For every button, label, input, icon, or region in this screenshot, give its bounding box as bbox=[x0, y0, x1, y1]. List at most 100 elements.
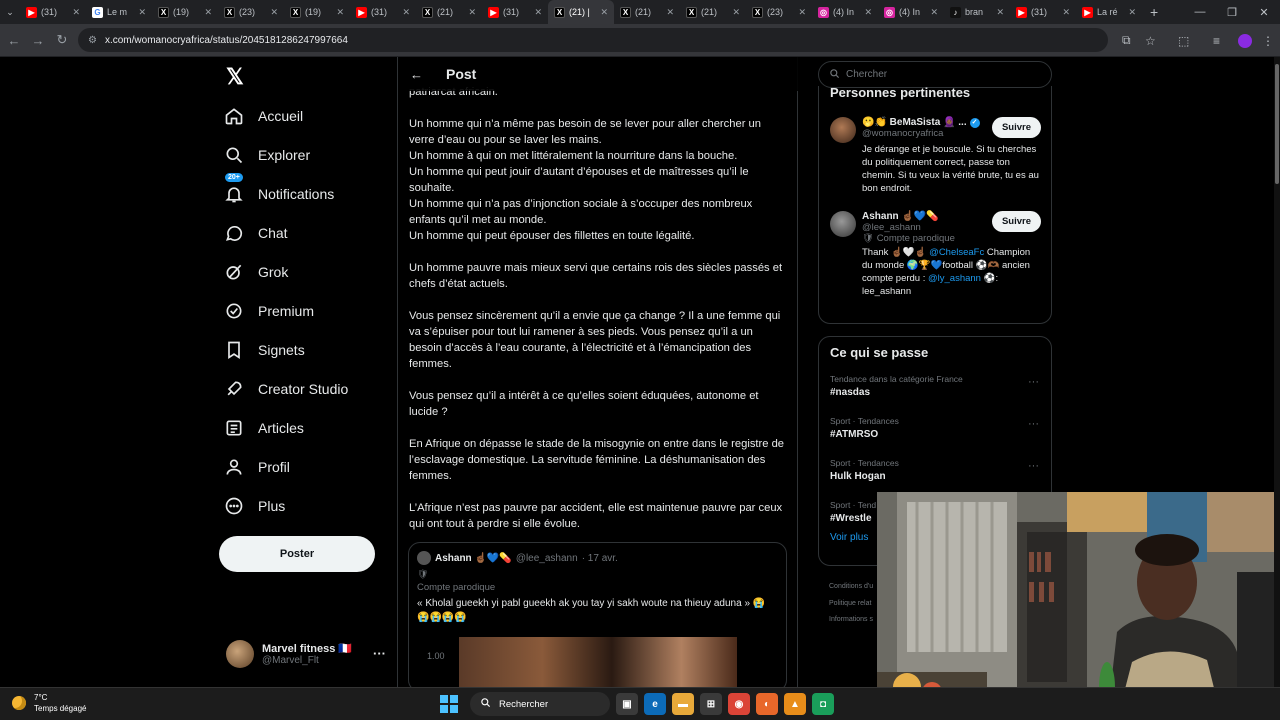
follow-button[interactable]: Suivre bbox=[991, 117, 1041, 138]
quote-video[interactable] bbox=[459, 637, 737, 691]
sidebar-item-grok[interactable]: Grok bbox=[222, 252, 392, 291]
tab-close-icon[interactable]: ✕ bbox=[270, 7, 278, 18]
browser-tab[interactable]: ♪ bran ✕ bbox=[944, 0, 1010, 24]
windows-start-icon[interactable] bbox=[440, 695, 458, 713]
extensions-icon[interactable]: ⬚ bbox=[1178, 24, 1189, 57]
browser-tab[interactable]: G Le m ✕ bbox=[86, 0, 152, 24]
browser-tab[interactable]: X (19) ✕ bbox=[284, 0, 350, 24]
quoted-post[interactable]: Ashann ☝🏾💙💊 @lee_ashann · 17 avr. 🛡 Comp… bbox=[408, 542, 787, 692]
tab-close-icon[interactable]: ✕ bbox=[930, 7, 938, 18]
file-explorer-icon[interactable]: ▬ bbox=[672, 693, 694, 715]
tab-close-icon[interactable]: ✕ bbox=[600, 7, 608, 18]
person-card[interactable]: Ashann ☝🏾💙💊 @lee_ashann 🛡 Compte parodiq… bbox=[819, 211, 1051, 298]
browser-tab[interactable]: ▶ (31) ✕ bbox=[1010, 0, 1076, 24]
account-more-icon[interactable]: ··· bbox=[373, 646, 386, 661]
taskbar-search[interactable]: Rechercher bbox=[470, 692, 610, 716]
tab-close-icon[interactable]: ✕ bbox=[1062, 7, 1070, 18]
post-button[interactable]: Poster bbox=[219, 536, 375, 572]
sidebar-item-notifications[interactable]: 20+ Notifications bbox=[222, 172, 392, 213]
browser-tab[interactable]: X (21) ✕ bbox=[416, 0, 482, 24]
profile-icon[interactable] bbox=[1238, 24, 1252, 57]
tab-close-icon[interactable]: ✕ bbox=[864, 7, 872, 18]
tab-close-icon[interactable]: ✕ bbox=[996, 7, 1004, 18]
footer-link[interactable]: Politique relat bbox=[829, 600, 871, 607]
new-tab-button[interactable]: + bbox=[1150, 4, 1158, 20]
more-icon[interactable]: ··· bbox=[1028, 418, 1039, 430]
browser-tab[interactable]: ▶ (31) ✕ bbox=[482, 0, 548, 24]
browser-tab[interactable]: ▶ (31) ✕ bbox=[20, 0, 86, 24]
browser-tab[interactable]: X (21) | ✕ bbox=[548, 0, 614, 24]
store-icon[interactable]: ⊞ bbox=[700, 693, 722, 715]
sidebar-item-premium[interactable]: Premium bbox=[222, 291, 392, 330]
sidebar-item-articles[interactable]: Articles bbox=[222, 408, 392, 447]
address-bar[interactable]: ⚙ x.com/womanocryafrica/status/204518128… bbox=[78, 28, 1108, 52]
tab-label: (21) | bbox=[569, 7, 590, 17]
x-logo-icon[interactable]: 𝕏 bbox=[226, 64, 244, 90]
close-window-icon[interactable]: ✕ bbox=[1248, 0, 1280, 24]
tab-close-icon[interactable]: ✕ bbox=[72, 7, 80, 18]
tab-search-icon[interactable]: ⌄ bbox=[0, 0, 20, 24]
browser-tab[interactable]: ▶ La ré ✕ bbox=[1076, 0, 1142, 24]
minimize-icon[interactable]: — bbox=[1184, 0, 1216, 24]
sidebar-item-creator-studio[interactable]: Creator Studio bbox=[222, 369, 392, 408]
sidebar-item-profil[interactable]: Profil bbox=[222, 447, 392, 486]
mention-link[interactable]: @ChelseaFc bbox=[929, 247, 984, 258]
trend-item[interactable]: Tendance dans la catégorie France #nasda… bbox=[819, 374, 1051, 416]
tab-close-icon[interactable]: ✕ bbox=[468, 7, 476, 18]
search-placeholder: Chercher bbox=[846, 69, 888, 80]
tab-close-icon[interactable]: ✕ bbox=[1128, 7, 1136, 18]
tab-close-icon[interactable]: ✕ bbox=[798, 7, 806, 18]
search-input[interactable]: Chercher bbox=[818, 61, 1052, 88]
trend-item[interactable]: Sport · Tendances #ATMRSO ··· bbox=[819, 416, 1051, 458]
back-arrow-icon[interactable]: ← bbox=[410, 67, 430, 82]
vlc-icon[interactable]: ▲ bbox=[784, 693, 806, 715]
reload-icon[interactable]: ↻ bbox=[50, 32, 74, 48]
edge-icon[interactable]: e bbox=[644, 693, 666, 715]
person-card[interactable]: 🫢👏 BeMaSista 🧕🏾 ... ✓ @womanocryafrica Je… bbox=[819, 117, 1051, 195]
more-icon[interactable]: ··· bbox=[1028, 460, 1039, 472]
site-info-icon[interactable]: ⚙ bbox=[88, 35, 97, 46]
follow-button[interactable]: Suivre bbox=[991, 211, 1041, 232]
browser-tab[interactable]: ◎ (4) In ✕ bbox=[812, 0, 878, 24]
more-icon[interactable]: ··· bbox=[1028, 376, 1039, 388]
tab-close-icon[interactable]: ✕ bbox=[336, 7, 344, 18]
bookmark-star-icon[interactable]: ☆ bbox=[1145, 24, 1156, 57]
tab-close-icon[interactable]: ✕ bbox=[666, 7, 674, 18]
tab-close-icon[interactable]: ✕ bbox=[402, 7, 410, 18]
tab-label: (4) In bbox=[833, 7, 855, 17]
footer-link[interactable]: Conditions d'u bbox=[829, 583, 873, 590]
firefox-icon[interactable]: ◐ bbox=[756, 693, 778, 715]
media-icon[interactable]: ≡ bbox=[1213, 24, 1220, 57]
weather-widget[interactable]: 7°C Temps dégagé bbox=[12, 692, 86, 714]
sidebar-item-explorer[interactable]: Explorer bbox=[222, 135, 392, 174]
footer-link[interactable]: Informations s bbox=[829, 616, 873, 623]
tab-label: (21) bbox=[701, 7, 718, 17]
browser-tab[interactable]: X (23) ✕ bbox=[746, 0, 812, 24]
tab-close-icon[interactable]: ✕ bbox=[138, 7, 146, 18]
sidebar-item-plus[interactable]: Plus bbox=[222, 486, 392, 525]
browser-menu-icon[interactable]: ⋮ bbox=[1262, 24, 1274, 57]
app-icon[interactable]: ◘ bbox=[812, 693, 834, 715]
post-paragraph: Un homme pauvre mais mieux servi que cer… bbox=[409, 262, 783, 290]
account-switcher[interactable]: Marvel fitness 🇫🇷 @Marvel_Flt ··· bbox=[226, 640, 386, 668]
tab-close-icon[interactable]: ✕ bbox=[204, 7, 212, 18]
task-view-icon[interactable]: ▣ bbox=[616, 693, 638, 715]
forward-nav-icon[interactable]: → bbox=[26, 33, 50, 48]
chrome-icon[interactable]: ◉ bbox=[728, 693, 750, 715]
browser-tab[interactable]: ▶ (31) ✕ bbox=[350, 0, 416, 24]
browser-tab[interactable]: X (19) ✕ bbox=[152, 0, 218, 24]
browser-tab[interactable]: ◎ (4) In ✕ bbox=[878, 0, 944, 24]
sidebar-item-chat[interactable]: Chat bbox=[222, 213, 392, 252]
mention-link[interactable]: @ly_ashann bbox=[928, 273, 981, 284]
browser-tab[interactable]: X (23) ✕ bbox=[218, 0, 284, 24]
tab-close-icon[interactable]: ✕ bbox=[732, 7, 740, 18]
sidebar-item-signets[interactable]: Signets bbox=[222, 330, 392, 369]
install-icon[interactable]: ⧉ bbox=[1122, 24, 1131, 57]
browser-tab[interactable]: X (21) ✕ bbox=[680, 0, 746, 24]
scrollbar-thumb[interactable] bbox=[1275, 64, 1279, 184]
sidebar-item-accueil[interactable]: Accueil bbox=[222, 96, 392, 135]
browser-tab[interactable]: X (21) ✕ bbox=[614, 0, 680, 24]
back-nav-icon[interactable]: ← bbox=[2, 33, 26, 48]
maximize-icon[interactable]: ❐ bbox=[1216, 0, 1248, 24]
tab-close-icon[interactable]: ✕ bbox=[534, 7, 542, 18]
